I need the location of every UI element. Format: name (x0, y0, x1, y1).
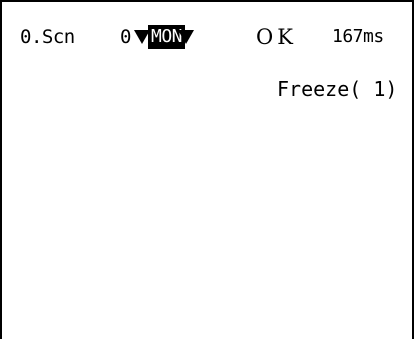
scene-number-selector[interactable]: 0 (120, 24, 131, 50)
judgement-result: OK (256, 25, 297, 49)
monitor-screen: 0.Scn 0 MON OK 167ms Freeze( 1) (0, 0, 414, 339)
scene-label: 0.Scn (20, 26, 75, 48)
freeze-label: Freeze( 1) (277, 77, 398, 101)
status-bar: 0.Scn 0 MON OK 167ms (20, 24, 400, 50)
processing-time: 167ms (332, 26, 384, 47)
mode-dropdown-icon[interactable] (178, 30, 194, 44)
